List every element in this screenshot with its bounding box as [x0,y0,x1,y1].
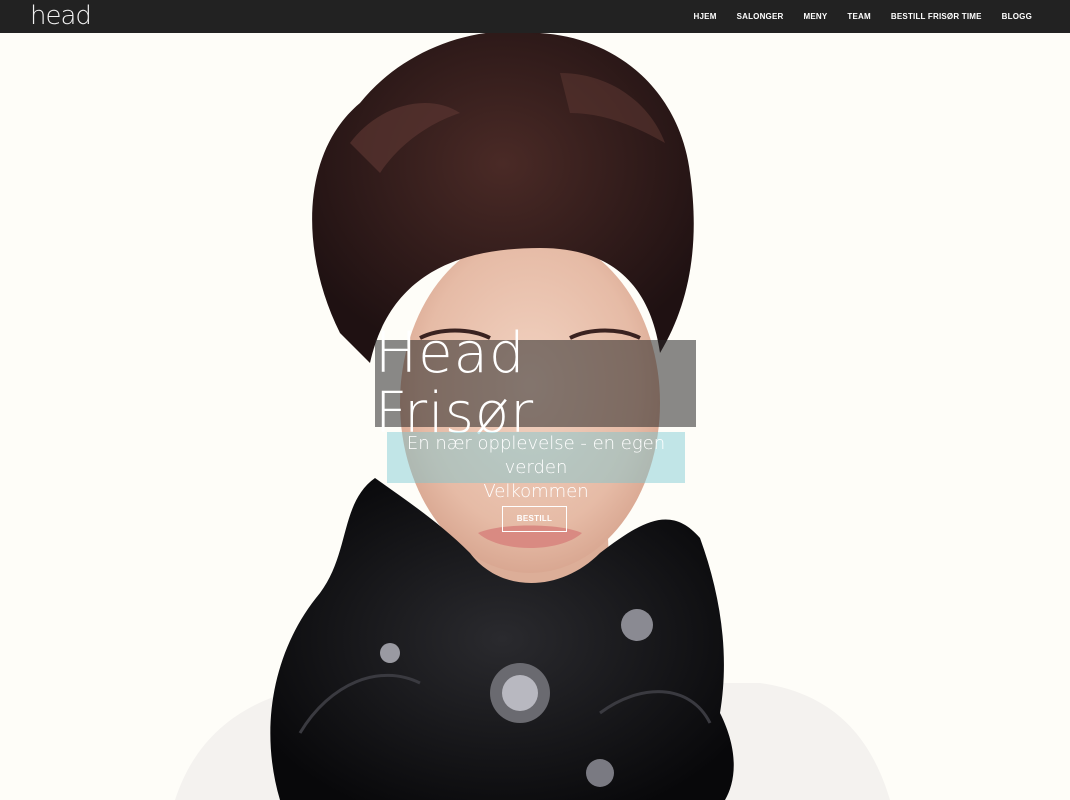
bestill-button[interactable]: BESTILL [502,506,567,532]
hero-title: Head Frisør [375,320,535,446]
main-menu: HJEM SALONGER MENY TEAM BESTILL FRISØR T… [684,0,1042,33]
hero-tagline-box: En nær opplevelse - en egen verden Velko… [387,432,685,502]
logo[interactable]: head [30,1,92,31]
hero-tagline-line1: En nær opplevelse - en egen verden [406,433,666,478]
hero-tagline-line2: Velkommen [483,481,589,502]
nav-link-blogg[interactable]: BLOGG [992,0,1042,33]
nav-item-salonger: SALONGER [727,0,794,33]
nav-item-hjem: HJEM [684,0,727,33]
nav-link-salonger[interactable]: SALONGER [727,0,794,33]
hero-section: Head Frisør En nær opplevelse - en egen … [0,33,1070,800]
hero-title-box: Head Frisør [375,323,696,443]
nav-item-bestill: BESTILL FRISØR TIME [881,0,992,33]
nav-link-bestill-frisor-time[interactable]: BESTILL FRISØR TIME [881,0,992,33]
nav-link-team[interactable]: TEAM [837,0,880,33]
nav-item-meny: MENY [794,0,838,33]
top-navbar: head HJEM SALONGER MENY TEAM BESTILL FRI… [0,0,1070,33]
nav-link-hjem[interactable]: HJEM [684,0,727,33]
nav-item-team: TEAM [837,0,880,33]
nav-item-blogg: BLOGG [992,0,1042,33]
nav-link-meny[interactable]: MENY [794,0,838,33]
